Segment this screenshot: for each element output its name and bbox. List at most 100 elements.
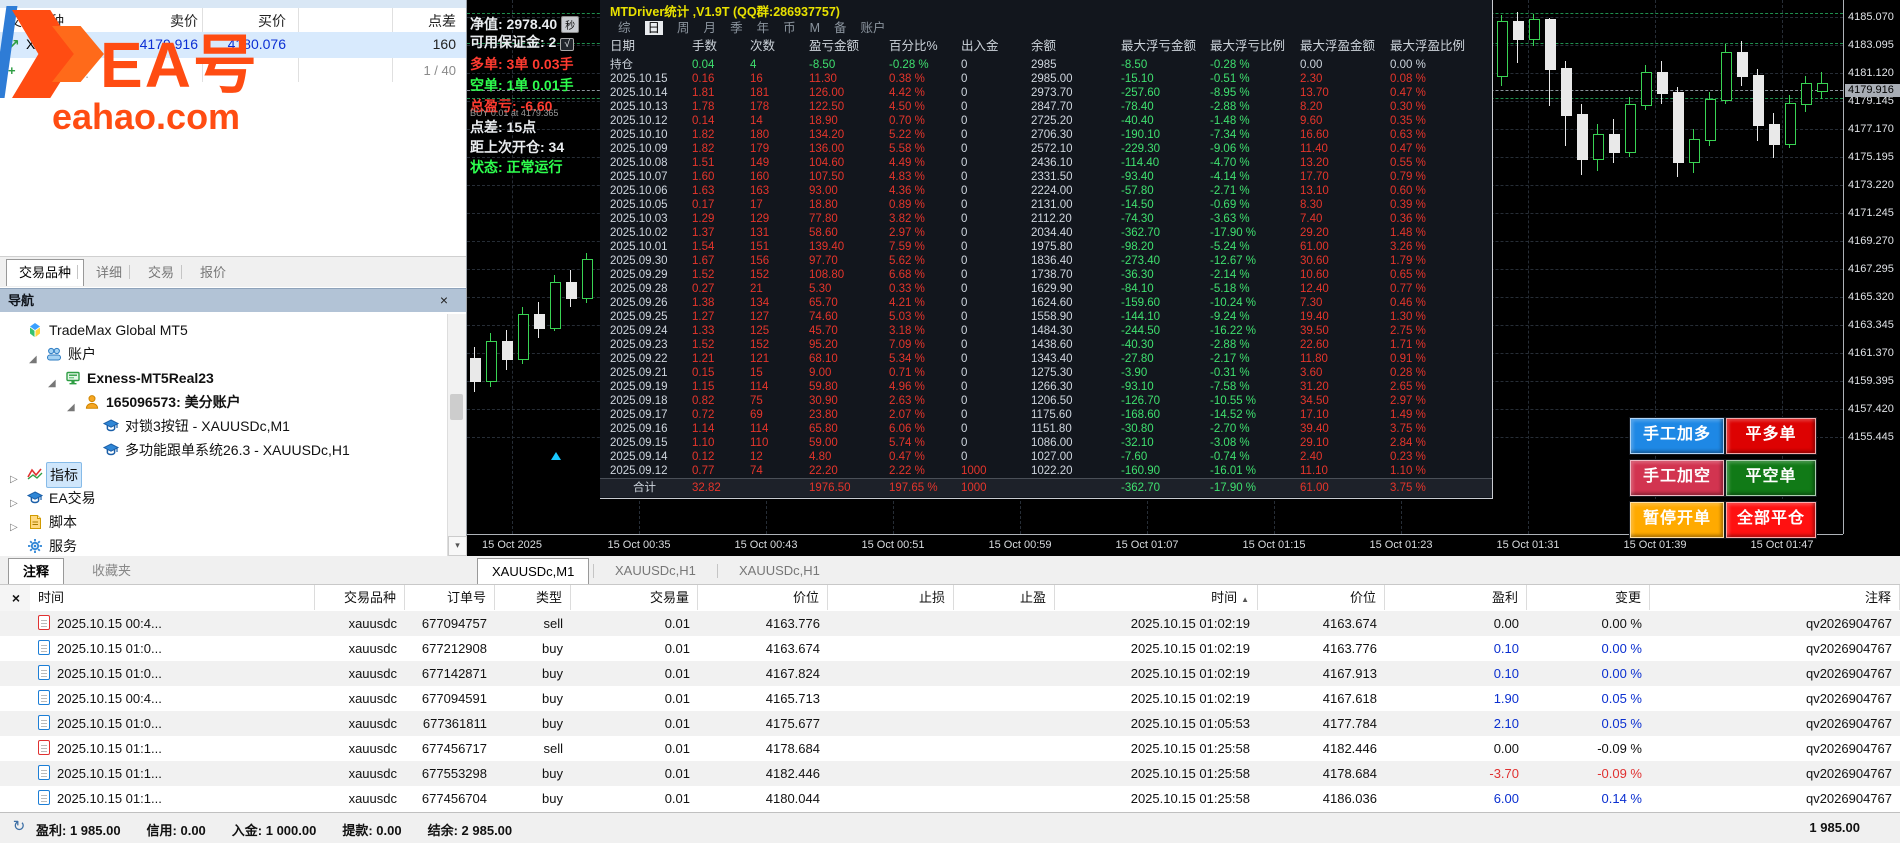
order-cell-9: 4186.036 <box>1322 791 1377 806</box>
stats-cell: 11.80 <box>1300 353 1328 365</box>
stats-cell: 1484.30 <box>1031 325 1073 337</box>
close-icon[interactable]: × <box>436 289 452 311</box>
add-symbol-row[interactable]: + 点击添加... 1 / 40 <box>0 60 466 82</box>
tree-item-node[interactable]: ▷ 脚本 <box>0 510 446 534</box>
order-row[interactable]: 2025.10.15 00:4... xauusdc 677094757 sell 0.… <box>0 611 1900 636</box>
order-row[interactable]: 2025.10.15 01:1... xauusdc 677456717 sell 0.… <box>0 736 1900 761</box>
stats-cell: 2725.20 <box>1031 115 1073 127</box>
tab-详细[interactable]: 详细 <box>84 260 134 286</box>
tree-item-node[interactable]: 服务 <box>0 534 446 556</box>
col-symbol-header[interactable]: 交易品种 <box>8 11 64 31</box>
time-tick-label: 15 Oct 01:23 <box>1369 539 1433 551</box>
button-平多单[interactable]: 平多单 <box>1726 418 1816 454</box>
tree-item-node[interactable]: ◢ 账户 <box>0 342 446 366</box>
orders-col-header-8[interactable]: 时间 ▲ <box>1055 585 1258 610</box>
tree-item-ea[interactable]: ▷ EA交易 <box>0 486 446 510</box>
stats-menu-周[interactable]: 周 <box>677 21 690 35</box>
order-cell-4: 0.01 <box>664 741 690 756</box>
order-row[interactable]: 2025.10.15 01:1... xauusdc 677553298 buy 0.0… <box>0 761 1900 786</box>
tab-交易品种[interactable]: 交易品种 <box>6 259 85 286</box>
tab-交易[interactable]: 交易 <box>136 260 186 286</box>
navigator-scrollbar[interactable]: ▾ <box>447 314 467 556</box>
col-ask-header[interactable]: 买价 <box>258 11 286 31</box>
scrollbar-thumb[interactable] <box>450 394 463 420</box>
button-手工加空[interactable]: 手工加空 <box>1630 460 1724 496</box>
tree-item-label: 多功能跟单系统26.3 - XAUUSDc,H1 <box>125 442 350 458</box>
stats-cell: 45.70 <box>809 325 838 337</box>
order-cell-7 <box>954 661 1055 686</box>
time-tick-label: 15 Oct 00:59 <box>988 539 1052 551</box>
tree-item-263xauusdch1[interactable]: 多功能跟单系统26.3 - XAUUSDc,H1 <box>0 438 446 462</box>
button-全部平仓[interactable]: 全部平仓 <box>1726 502 1816 538</box>
order-cell-7 <box>954 711 1055 736</box>
stats-cell: 1.37 <box>692 227 715 239</box>
spread-value: 160 <box>432 36 456 52</box>
order-row[interactable]: 2025.10.15 00:4... xauusdc 677094591 buy 0.0… <box>0 686 1900 711</box>
orders-col-header-1[interactable]: 交易品种 <box>315 585 405 610</box>
stats-cell: 13.10 <box>1300 185 1329 197</box>
toolbox-left-tabs: 注释 收藏夹 <box>0 556 466 584</box>
stats-cell: 149 <box>750 157 770 169</box>
close-icon[interactable]: × <box>8 590 24 606</box>
tree-item-trademaxglobalmt5[interactable]: TradeMax Global MT5 <box>0 318 446 342</box>
stats-cell: 0 <box>961 367 968 379</box>
market-watch-row-xauusdc[interactable]: ↗ XAUUSDc 4179.916 4180.076 160 <box>0 32 466 58</box>
tree-item-node[interactable]: ▷ 指标 <box>0 462 446 488</box>
orders-col-header-7[interactable]: 止盈 <box>954 585 1055 610</box>
stats-menu-月[interactable]: 月 <box>704 21 717 35</box>
toolbox-tab-收藏夹[interactable]: 收藏夹 <box>78 558 145 583</box>
orders-col-header-4[interactable]: 交易量 <box>571 585 698 610</box>
col-spread-header[interactable]: 点差 <box>428 11 456 31</box>
chart-tab-2[interactable]: XAUUSDc,H1 <box>725 558 834 583</box>
stats-cell: 7.40 <box>1300 213 1323 225</box>
status-item: 提款: 0.00 <box>342 823 402 838</box>
tree-item-165096573[interactable]: ◢ 165096573: 美分账户 <box>0 390 446 414</box>
chart-tab-1[interactable]: XAUUSDc,H1 <box>601 558 710 583</box>
stats-menu-年[interactable]: 年 <box>757 21 770 35</box>
tree-item-3xauusdcm1[interactable]: 对锁3按钮 - XAUUSDc,M1 <box>0 414 446 438</box>
col-bid-header[interactable]: 卖价 <box>170 11 198 31</box>
stats-menu-账户[interactable]: 账户 <box>861 21 886 35</box>
orders-col-header-11[interactable]: 变更 <box>1527 585 1650 610</box>
stats-cell: 0.08 % <box>1390 73 1426 85</box>
order-row[interactable]: 2025.10.15 01:1... xauusdc 677456704 buy 0.0… <box>0 786 1900 811</box>
stats-cell: 2025.09.16 <box>610 423 668 435</box>
orders-col-header-9[interactable]: 价位 <box>1258 585 1385 610</box>
orders-col-header-3[interactable]: 类型 <box>495 585 571 610</box>
order-row[interactable]: 2025.10.15 01:0... xauusdc 677361811 buy 0.0… <box>0 711 1900 736</box>
stats-menu-备[interactable]: 备 <box>834 21 847 35</box>
stats-menu-季[interactable]: 季 <box>730 21 743 35</box>
orders-col-header-2[interactable]: 订单号 <box>405 585 495 610</box>
order-cell-12: qv2026904767 <box>1805 641 1892 656</box>
orders-col-header-12[interactable]: 注释 <box>1650 585 1900 610</box>
toolbox-tab-注释[interactable]: 注释 <box>8 558 65 584</box>
tree-item-exnessmt5real23[interactable]: ◢ Exness-MT5Real23 <box>0 366 446 390</box>
button-暂停开单[interactable]: 暂停开单 <box>1630 502 1724 538</box>
stats-cell: 3.75 % <box>1390 482 1426 494</box>
button-平空单[interactable]: 平空单 <box>1726 460 1816 496</box>
order-cell-5: 4175.677 <box>765 716 820 731</box>
chart-tab-0[interactable]: XAUUSDc,M1 <box>477 558 590 584</box>
tab-报价[interactable]: 报价 <box>188 260 238 286</box>
order-row[interactable]: 2025.10.15 01:0... xauusdc 677142871 buy 0.0… <box>0 661 1900 686</box>
account-summary: 盈利: 1 985.00 信用: 0.00 入金: 1 000.00 提款: 0.00… <box>36 820 538 839</box>
stats-menu-日[interactable]: 日 <box>644 21 664 35</box>
button-手工加多[interactable]: 手工加多 <box>1630 418 1724 454</box>
ea-info-line: 距上次开仓: 34 <box>470 137 564 157</box>
orders-col-header-5[interactable]: 价位 <box>698 585 828 610</box>
ea-info-badge-button[interactable]: 秒 <box>561 16 580 33</box>
order-cell-8: 2025.10.15 01:02:19 <box>1130 666 1250 681</box>
stats-menu-币[interactable]: 币 <box>783 21 796 35</box>
ea-info-badge-button[interactable]: √ <box>560 38 574 51</box>
stats-cell: 0.00 <box>1300 59 1323 71</box>
order-row[interactable]: 2025.10.15 01:0... xauusdc 677212908 buy 0.0… <box>0 636 1900 661</box>
scroll-down-icon[interactable]: ▾ <box>448 536 467 556</box>
stats-cell: -17.90 % <box>1210 482 1257 494</box>
order-cell-1: xauusdc <box>348 766 397 781</box>
stats-menu-综[interactable]: 综 <box>618 21 631 35</box>
orders-col-header-6[interactable]: 止损 <box>828 585 954 610</box>
order-cell-11: 0.05 % <box>1601 691 1642 706</box>
orders-col-header-0[interactable]: 时间 <box>30 585 315 610</box>
stats-menu-M[interactable]: M <box>810 21 820 35</box>
orders-col-header-10[interactable]: 盈利 <box>1385 585 1527 610</box>
